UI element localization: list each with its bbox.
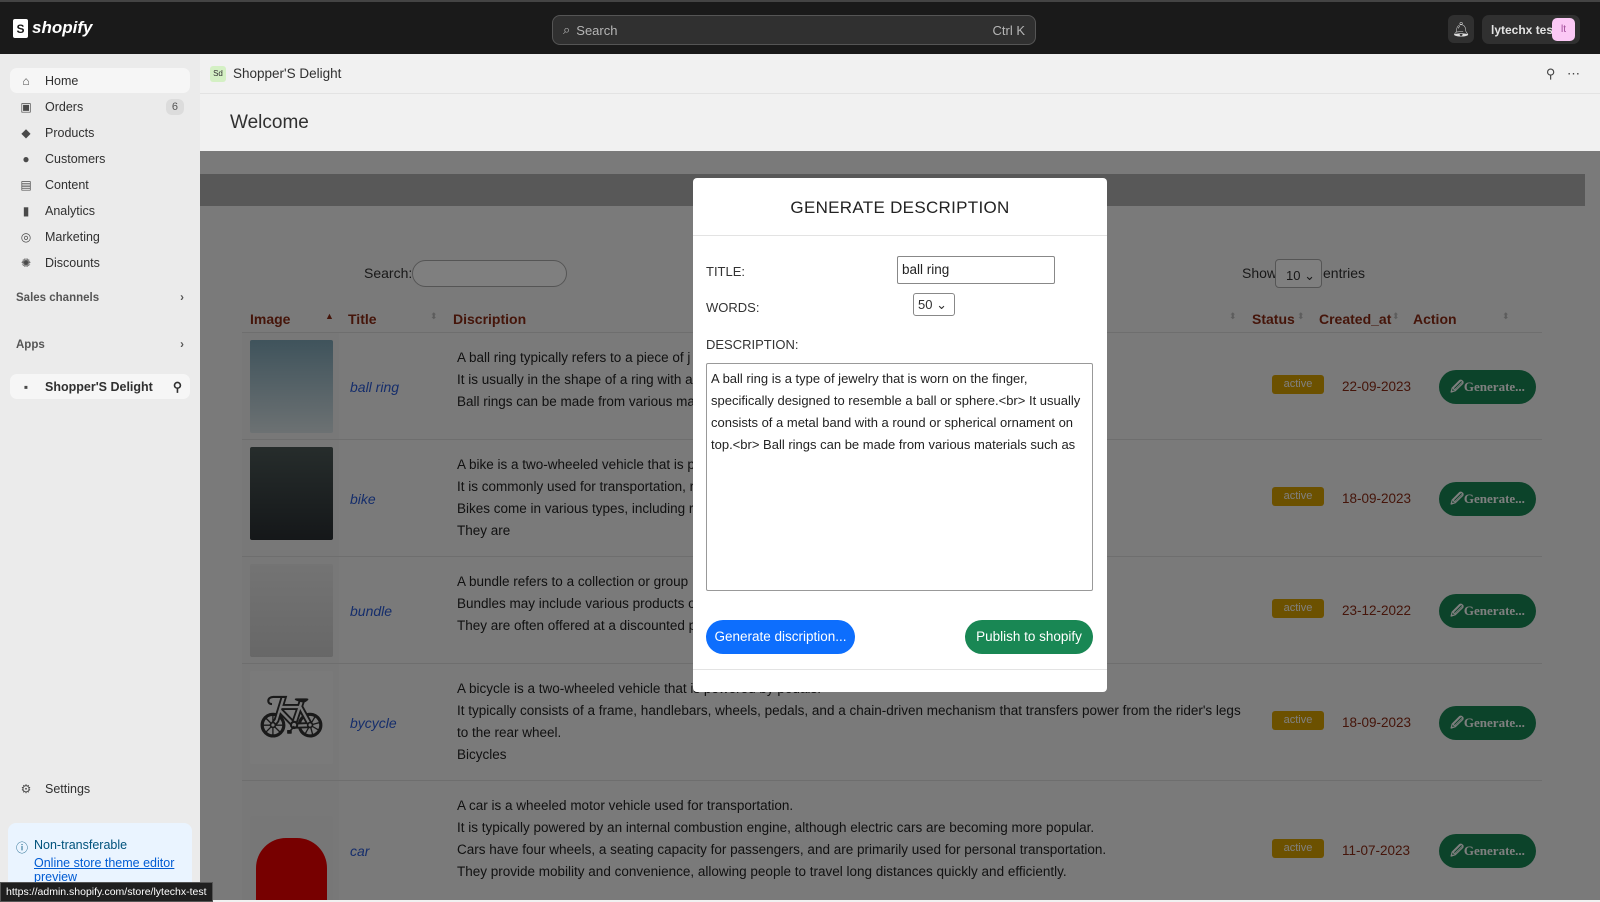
sidebar-item-settings[interactable]: ⚙ Settings: [10, 776, 190, 801]
pin-icon[interactable]: ⚲: [173, 379, 182, 394]
content-icon: ▤: [20, 177, 32, 192]
home-icon: ⌂: [22, 73, 30, 88]
divider: [693, 235, 1107, 236]
user-name: lytechx test: [1491, 22, 1558, 37]
words-select[interactable]: 50 ⌄: [913, 293, 955, 316]
sidebar-item-home[interactable]: ⌂ Home: [10, 68, 190, 93]
sales-channels-label: Sales channels: [16, 292, 100, 304]
title-input[interactable]: ball ring: [897, 256, 1055, 284]
sidebar-item-marketing[interactable]: ◎ Marketing: [10, 224, 190, 249]
sidebar-item-label: Home: [45, 73, 79, 88]
search-icon: ⌕: [563, 22, 571, 37]
app-title: Shopper'S Delight: [233, 66, 342, 81]
count-badge: 6: [165, 98, 184, 115]
sidebar-item-label: Products: [45, 125, 95, 140]
description-textarea[interactable]: A ball ring is a type of jewelry that is…: [706, 363, 1093, 591]
app-logo-icon: Sd: [210, 65, 226, 82]
title-label: TITLE:: [706, 264, 746, 279]
sidebar-item-label: Content: [45, 177, 89, 192]
sidebar-item-content[interactable]: ▤ Content: [10, 172, 190, 197]
generate-description-button[interactable]: Generate discription...: [706, 620, 855, 654]
top-bar: Sshopify ⌕ Search Ctrl K 🔔︎ lytechx test lt: [0, 0, 1600, 54]
shopify-logo[interactable]: Sshopify: [13, 18, 92, 38]
sidebar-item-analytics[interactable]: ▮ Analytics: [10, 198, 190, 223]
search-shortcut: Ctrl K: [992, 22, 1026, 38]
chevron-right-icon: ›: [180, 292, 184, 304]
modal-title: GENERATE DESCRIPTION: [790, 198, 1010, 217]
discount-icon: ✺: [20, 255, 32, 270]
inbox-icon: ▣: [20, 99, 32, 114]
page-title: Welcome: [230, 112, 309, 133]
sales-channels-section[interactable]: Sales channels ›: [16, 292, 184, 304]
sidebar-item-shoppers-delight[interactable]: ▪ Shopper'S Delight ⚲: [10, 374, 190, 399]
status-bar-url: https://admin.shopify.com/store/lytechx-…: [0, 882, 213, 902]
notifications-bell-icon[interactable]: 🔔︎: [1448, 15, 1474, 43]
sidebar-item-label: Discounts: [45, 255, 100, 270]
app-header: Sd Shopper'S Delight ⚲ ⋯: [200, 54, 1600, 94]
more-options-icon[interactable]: ⋯: [1567, 66, 1584, 81]
pin-icon[interactable]: ⚲: [1546, 66, 1560, 81]
shopify-bag-icon: S: [13, 18, 28, 38]
settings-label: Settings: [45, 781, 91, 796]
sidebar-item-products[interactable]: ◆ Products: [10, 120, 190, 145]
sidebar-item-customers[interactable]: ● Customers: [10, 146, 190, 171]
notice-title: Non-transferable: [34, 838, 128, 852]
tag-icon: ◆: [21, 125, 31, 140]
target-icon: ◎: [20, 229, 32, 244]
words-label: WORDS:: [706, 300, 760, 315]
apps-label: Apps: [16, 339, 45, 351]
sidebar-item-discounts[interactable]: ✺ Discounts: [10, 250, 190, 275]
sidebar-item-label: Marketing: [45, 229, 100, 244]
sidebar-item-orders[interactable]: ▣ Orders 6: [10, 94, 190, 119]
logo-text: shopify: [32, 18, 93, 37]
chevron-right-icon: ›: [180, 339, 184, 351]
user-menu[interactable]: lytechx test lt: [1482, 15, 1580, 44]
search-placeholder: Search: [576, 22, 618, 38]
sidebar: ⌂ Home ▣ Orders 6 ◆ Products ● Customers ▤ Content…: [0, 54, 200, 900]
person-icon: ●: [22, 151, 30, 166]
sidebar-item-label: Analytics: [45, 203, 96, 218]
avatar: lt: [1552, 18, 1575, 41]
info-icon: ⓘ: [16, 841, 29, 855]
sidebar-item-label: Orders: [45, 99, 84, 114]
divider: [693, 669, 1107, 670]
gear-icon: ⚙: [20, 781, 32, 796]
sidebar-item-label: Customers: [45, 151, 106, 166]
theme-editor-preview-link[interactable]: Online store theme editor preview: [34, 856, 192, 884]
apps-section[interactable]: Apps ›: [16, 339, 184, 351]
bar-chart-icon: ▮: [22, 203, 30, 218]
words-value: 50: [918, 297, 933, 312]
search-input[interactable]: ⌕ Search Ctrl K: [552, 15, 1036, 45]
app-item-label: Shopper'S Delight: [45, 379, 153, 394]
generate-description-modal: GENERATE DESCRIPTION TITLE: ball ring WO…: [693, 178, 1107, 692]
app-icon: ▪: [23, 379, 29, 394]
publish-to-shopify-button[interactable]: Publish to shopify: [965, 620, 1093, 654]
description-label: DESCRIPTION:: [706, 337, 799, 352]
